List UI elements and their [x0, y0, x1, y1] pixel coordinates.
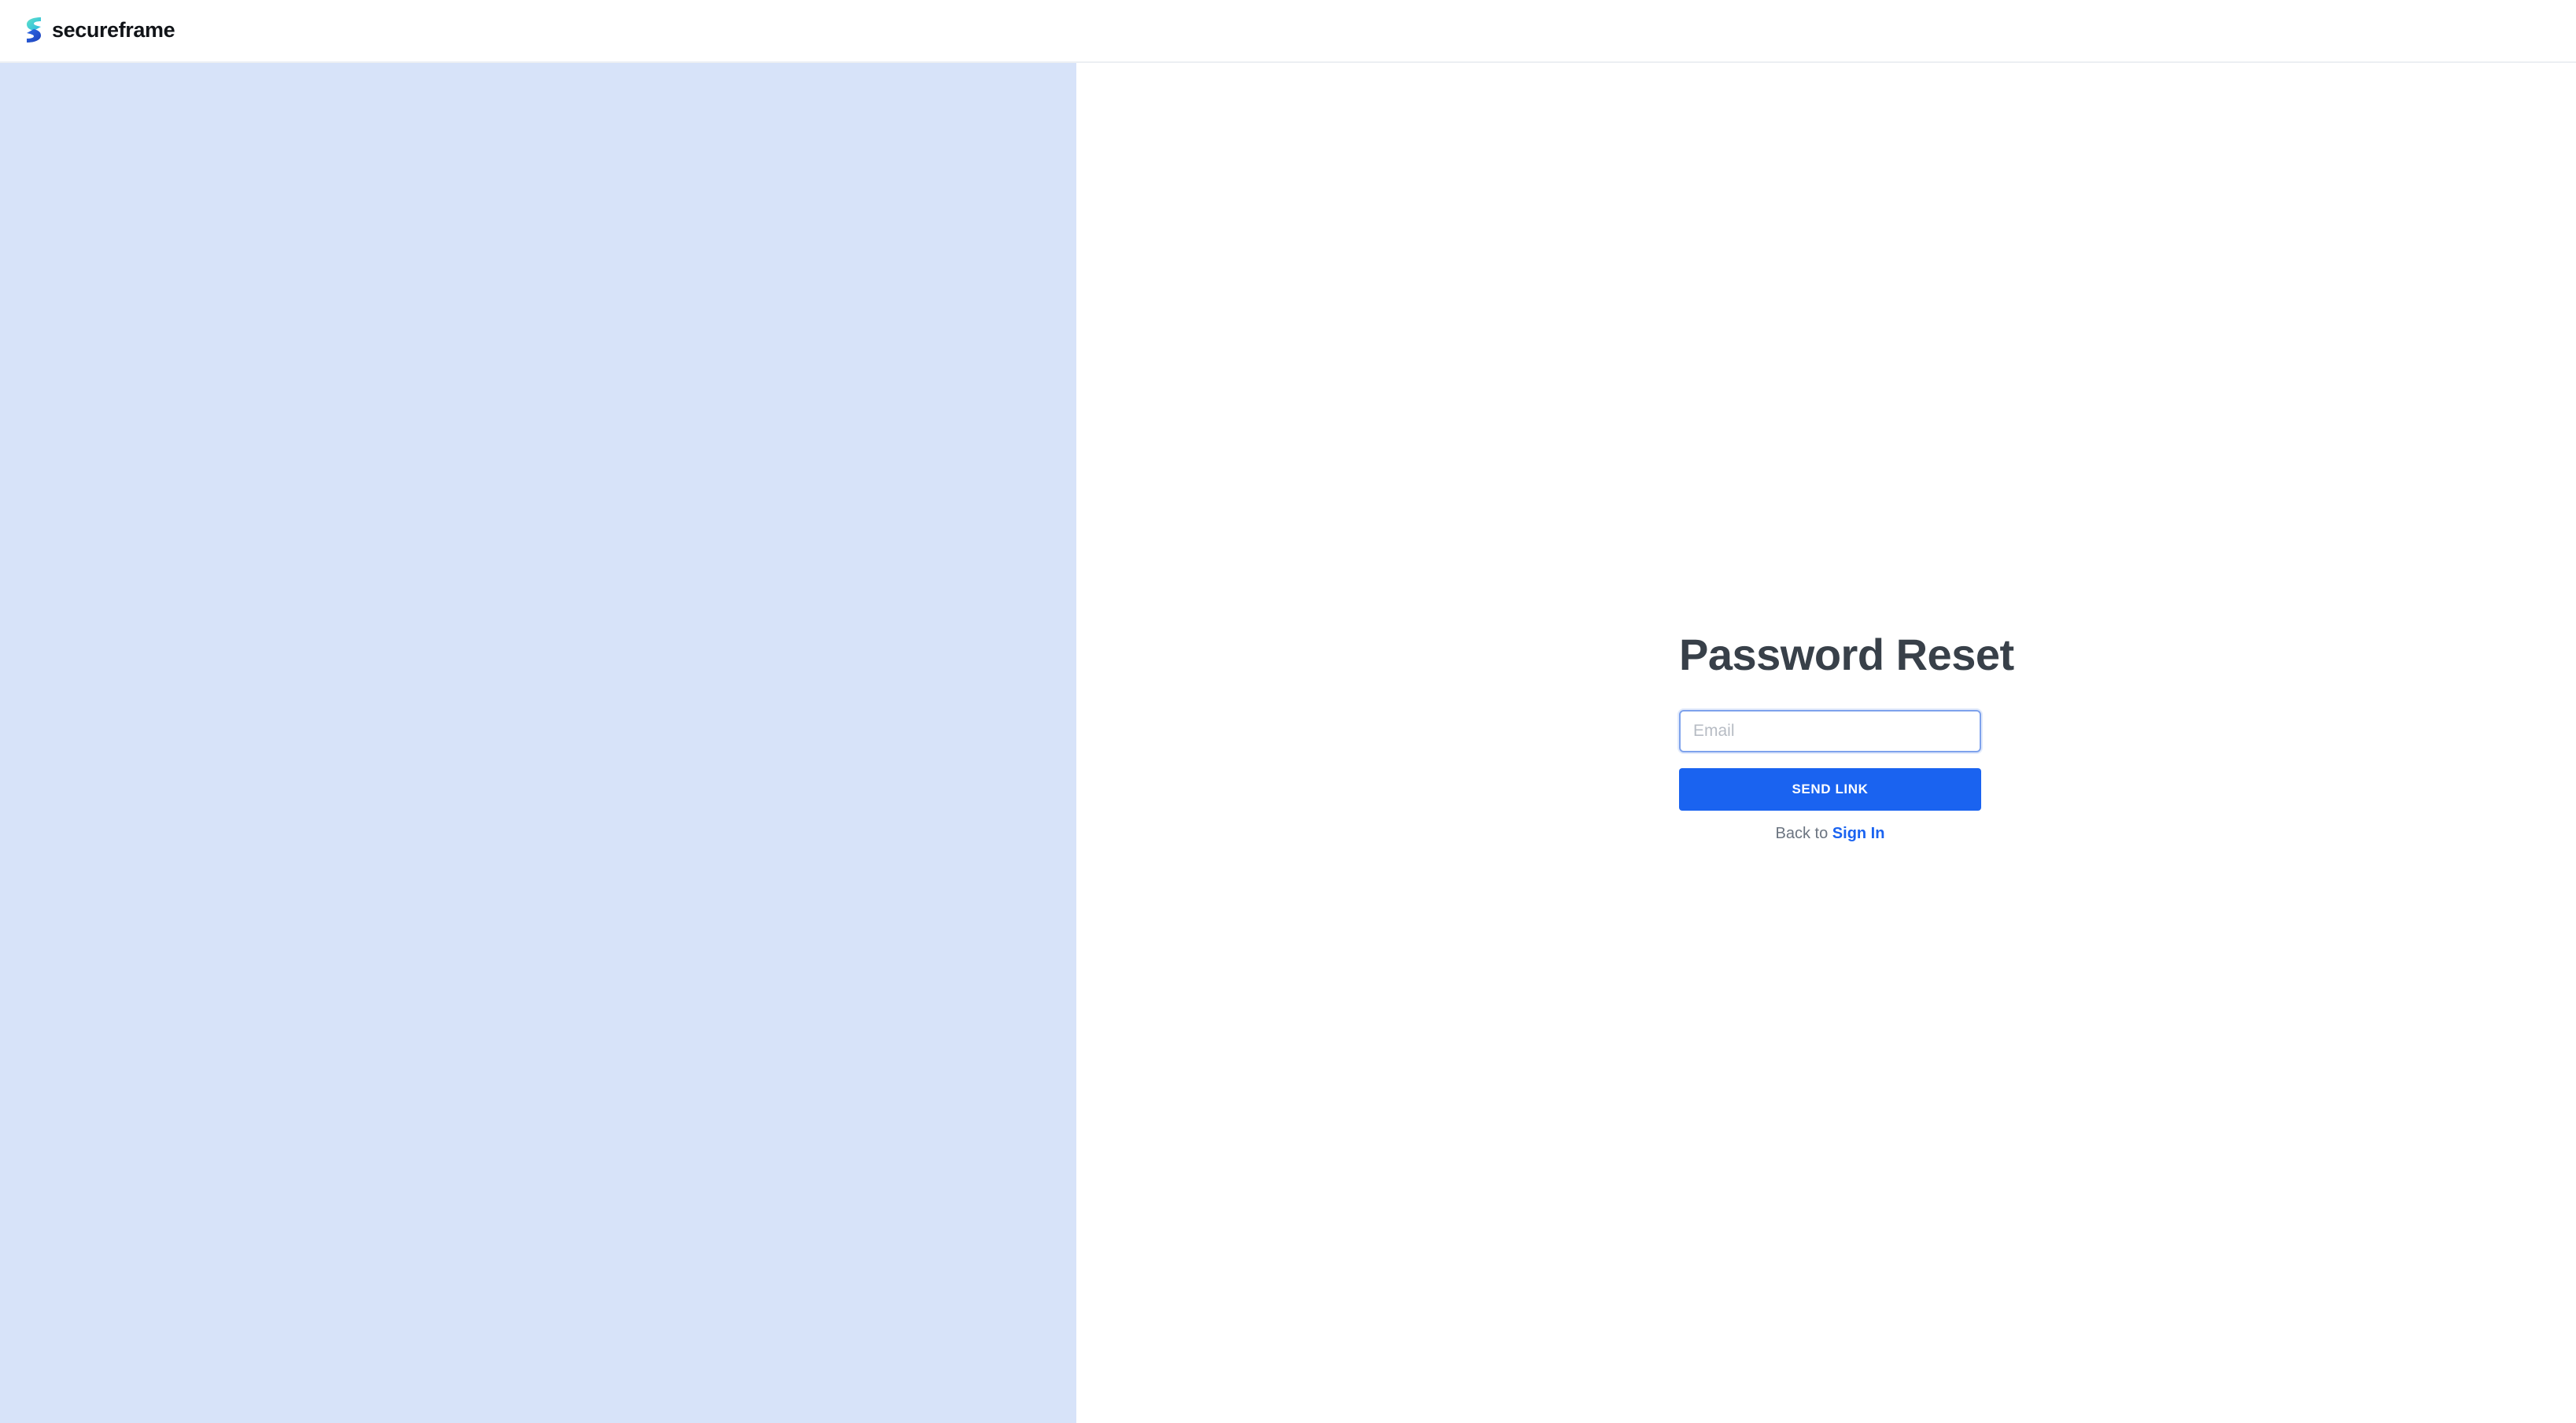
brand-name: secureframe	[52, 17, 175, 42]
secureframe-logo-icon	[24, 16, 44, 44]
password-reset-form: Password Reset SEND LINK Back to Sign In	[1679, 626, 2014, 843]
left-illustration-panel	[0, 63, 1076, 1423]
brand[interactable]: secureframe	[24, 16, 175, 44]
back-prefix-text: Back to	[1775, 825, 1829, 842]
send-link-button[interactable]: SEND LINK	[1679, 768, 1981, 811]
sign-in-link[interactable]: Sign In	[1832, 825, 1885, 842]
page-title: Password Reset	[1679, 630, 2014, 679]
top-navbar: secureframe	[0, 0, 2576, 63]
email-field[interactable]	[1679, 710, 1981, 752]
back-to-sign-in: Back to Sign In	[1679, 825, 1981, 843]
